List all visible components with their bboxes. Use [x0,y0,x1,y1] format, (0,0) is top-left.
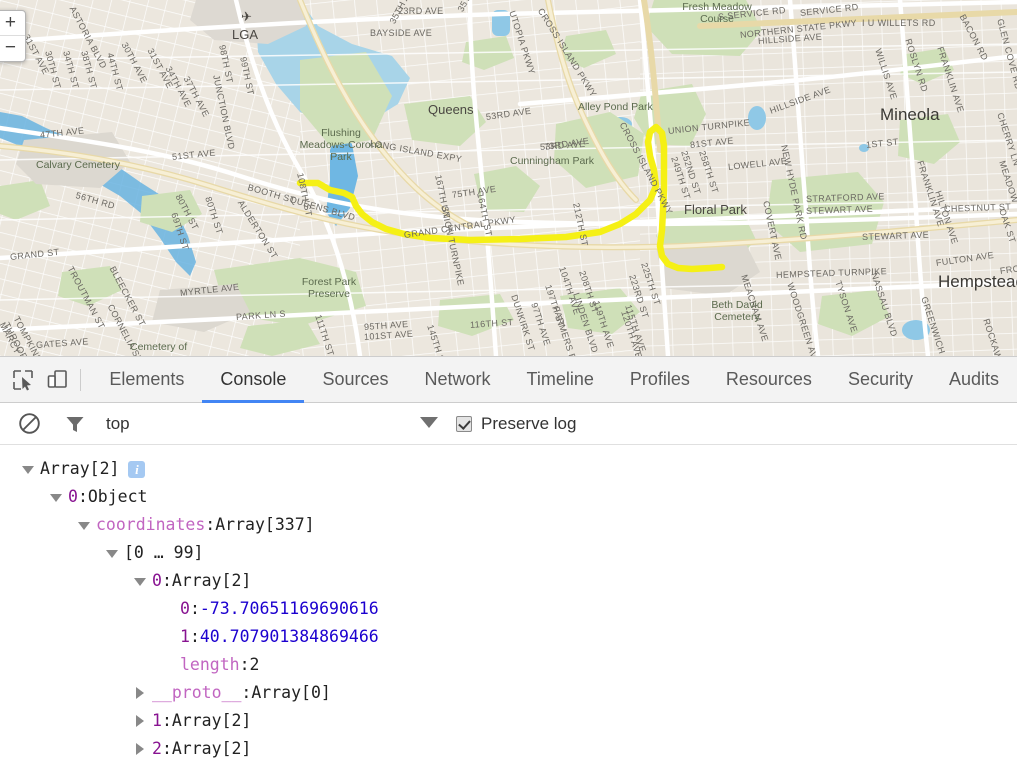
devtools-tabbar: Elements Console Sources Network Timeline Pro… [0,357,1017,403]
console-token: : [205,515,216,534]
map-canvas[interactable]: LGA✈BAYSIDE AVE23RD AVE35TH AVECROSS ISL… [0,0,1017,356]
console-token: : [161,571,172,590]
collapse-triangle-icon[interactable] [106,547,118,559]
console-row[interactable]: length: 2 [0,651,1017,679]
console-token: : [239,655,250,674]
preserve-log-label: Preserve log [481,414,577,433]
collapse-triangle-icon[interactable] [22,463,34,475]
collapse-triangle-icon[interactable] [134,575,146,587]
tab-elements[interactable]: Elements [91,357,202,403]
console-token: 1 [152,711,162,730]
expand-triangle-icon[interactable] [134,715,146,727]
expand-triangle-icon[interactable] [134,687,146,699]
filter-dropdown-arrow-icon[interactable] [420,417,438,428]
console-token: Array[2] [171,571,252,590]
console-row[interactable]: coordinates: Array[337] [0,511,1017,539]
console-token: coordinates [96,515,206,534]
console-token: : [189,599,200,618]
screen: LGA✈BAYSIDE AVE23RD AVE35TH AVECROSS ISL… [0,0,1017,773]
console-token: 2 [152,739,162,758]
no-triangle-spacer [162,659,174,671]
console-token: 0 [152,571,162,590]
clear-console-icon[interactable] [10,405,48,443]
console-row[interactable]: [0 … 99] [0,539,1017,567]
console-token: : [161,711,172,730]
console-token: Array[2] [171,739,252,758]
console-token: length [180,655,240,674]
tab-list: Elements Console Sources Network Timeline Pro… [91,357,1017,403]
console-token: Array[337] [215,515,315,534]
console-token: Array[2] [171,711,252,730]
console-token: [0 … 99] [124,543,204,562]
toolbar-divider [80,368,82,391]
info-badge-icon[interactable]: i [128,460,146,478]
console-row[interactable]: __proto__: Array[0] [0,679,1017,707]
console-token: : [161,739,172,758]
device-toolbar-icon[interactable] [40,361,74,399]
map-tiles [0,0,1017,356]
console-token: Array[0] [251,683,331,702]
console-row[interactable]: 0: Object [0,483,1017,511]
tab-sources[interactable]: Sources [304,357,406,403]
console-token: -73.70651169690616 [199,599,379,618]
console-row[interactable]: 1: 40.707901384869466 [0,623,1017,651]
console-token: : [241,683,252,702]
tab-console[interactable]: Console [202,357,305,403]
preserve-log-checkbox[interactable] [456,416,472,432]
filter-funnel-icon[interactable] [56,405,94,443]
collapse-triangle-icon[interactable] [78,519,90,531]
execution-context-select[interactable]: top [106,414,130,434]
no-triangle-spacer [162,603,174,615]
zoom-control[interactable]: + − [0,10,26,62]
console-token: : [77,487,88,506]
console-row[interactable]: 0: Array[2] [0,567,1017,595]
tab-audits[interactable]: Audits [931,357,1017,403]
collapse-triangle-icon[interactable] [50,491,62,503]
console-row[interactable]: Array[2] i [0,455,1017,483]
console-output[interactable]: Array[2] i 0: Object coordinates: Array[337… [0,445,1017,773]
console-row[interactable]: 2: Array[2] [0,735,1017,763]
console-row[interactable]: 1: Array[2] [0,707,1017,735]
tab-resources[interactable]: Resources [708,357,830,403]
no-triangle-spacer [162,631,174,643]
zoom-out-button[interactable]: − [0,36,25,61]
console-token: Array[2] [40,459,120,478]
devtools-panel: Elements Console Sources Network Timeline Pro… [0,356,1017,773]
tab-timeline[interactable]: Timeline [509,357,612,403]
zoom-in-button[interactable]: + [0,11,25,36]
inspect-element-icon[interactable] [6,361,40,399]
console-token: 0 [180,599,190,618]
console-token: Object [87,487,148,506]
console-row[interactable]: 0: -73.70651169690616 [0,595,1017,623]
tab-network[interactable]: Network [406,357,508,403]
console-token: 40.707901384869466 [199,627,379,646]
console-token: 1 [180,627,190,646]
console-token: __proto__ [152,683,242,702]
console-filter-bar: top Preserve log [0,403,1017,445]
preserve-log-toggle[interactable]: Preserve log [456,403,576,445]
tab-security[interactable]: Security [830,357,931,403]
tab-profiles[interactable]: Profiles [612,357,708,403]
console-token: 2 [249,655,260,674]
console-token: 0 [68,487,78,506]
console-token: : [189,627,200,646]
expand-triangle-icon[interactable] [134,743,146,755]
